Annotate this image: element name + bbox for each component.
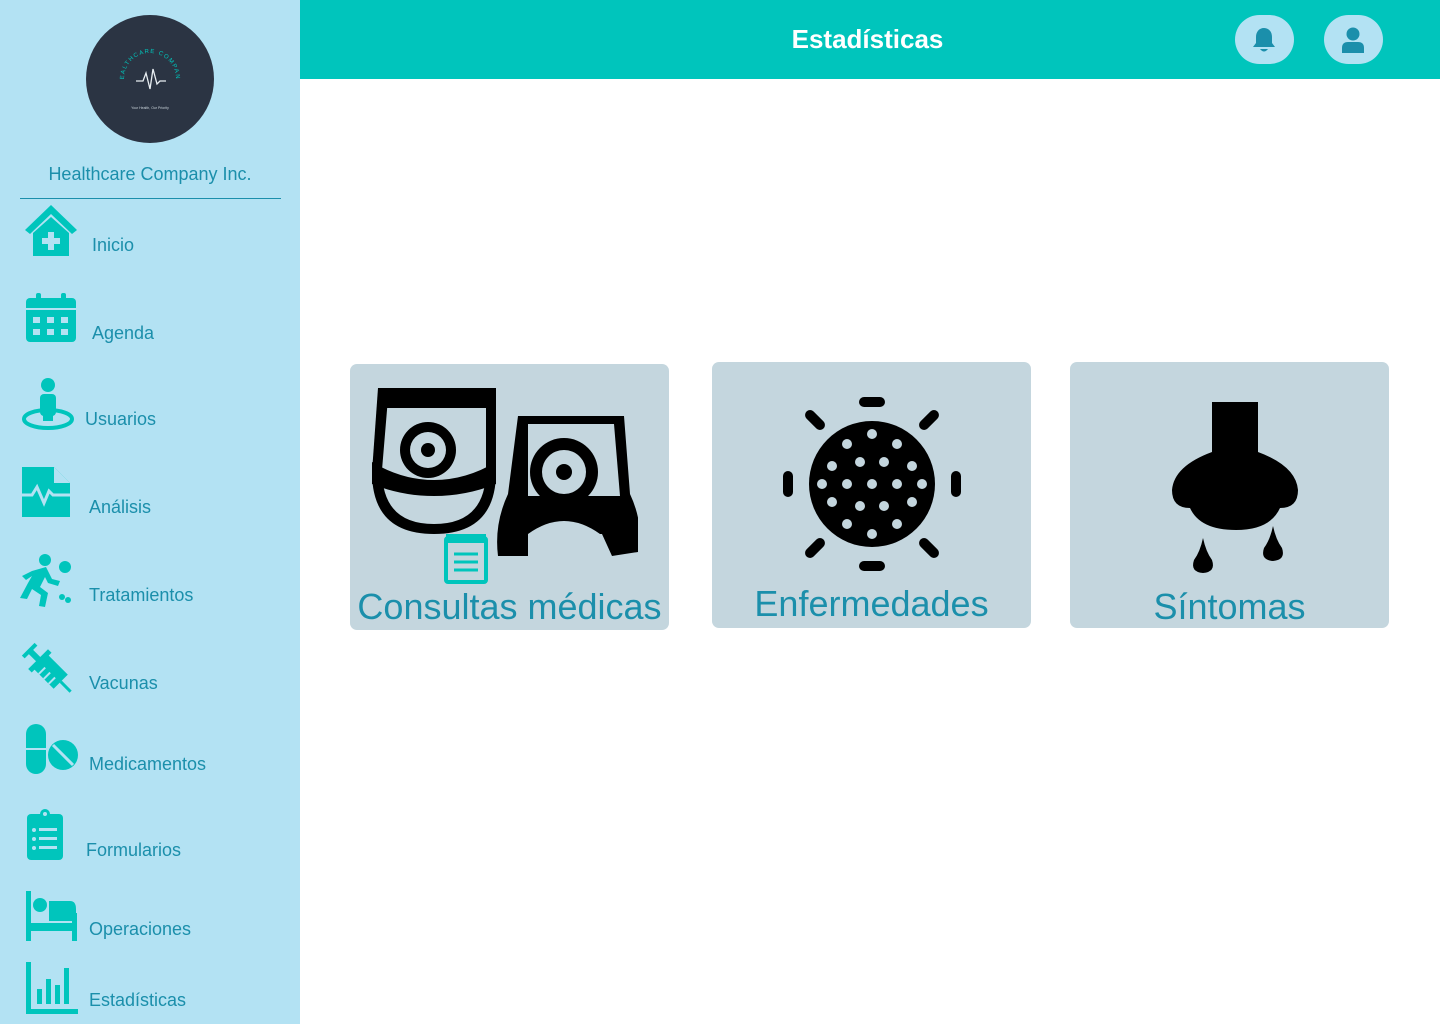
sidebar-item-medicamentos[interactable]: Medicamentos xyxy=(0,722,300,782)
sidebar-item-label: Inicio xyxy=(92,235,135,255)
sidebar-item-vacunas[interactable]: Vacunas xyxy=(0,641,300,701)
running-person-icon xyxy=(18,553,74,609)
card-label: Enfermedades xyxy=(754,583,989,624)
sidebar-divider xyxy=(20,198,281,199)
card-consultas-medicas[interactable]: Consultas médicas xyxy=(350,364,669,630)
hospital-bed-icon xyxy=(24,887,80,943)
notifications-button[interactable] xyxy=(1235,15,1294,64)
sidebar: HEALTHCARE COMPANY Your Health, Our Prio… xyxy=(0,0,300,1024)
bar-chart-icon xyxy=(24,958,80,1014)
sidebar-item-label: Análisis xyxy=(89,497,152,517)
logo-tagline: Your Health, Our Priority xyxy=(131,106,169,110)
sidebar-item-inicio[interactable]: Inicio xyxy=(0,203,300,263)
svg-text:HEALTHCARE COMPANY: HEALTHCARE COMPANY xyxy=(86,15,180,80)
runny-nose-icon xyxy=(1170,402,1300,583)
card-enfermedades[interactable]: Enfermedades xyxy=(712,362,1031,628)
sidebar-item-formularios[interactable]: Formularios xyxy=(0,808,300,868)
company-name: Healthcare Company Inc. xyxy=(48,164,252,184)
logo-arc-text: HEALTHCARE COMPANY xyxy=(83,11,179,80)
sidebar-item-analisis[interactable]: Análisis xyxy=(0,465,300,525)
sidebar-item-agenda[interactable]: Agenda xyxy=(0,291,300,351)
virus-icon xyxy=(782,394,962,579)
syringe-icon xyxy=(20,641,76,697)
sidebar-item-label: Operaciones xyxy=(89,919,192,939)
top-bar: Estadísticas xyxy=(300,0,1440,79)
sidebar-item-tratamientos[interactable]: Tratamientos xyxy=(0,553,300,613)
sidebar-item-label: Formularios xyxy=(86,840,182,860)
calendar-icon xyxy=(23,291,79,347)
medical-file-icon xyxy=(18,465,74,521)
user-location-icon xyxy=(20,377,76,433)
sidebar-item-label: Tratamientos xyxy=(89,585,194,605)
home-medical-icon xyxy=(23,203,79,259)
sidebar-item-usuarios[interactable]: Usuarios xyxy=(0,377,300,437)
sidebar-item-estadisticas[interactable]: Estadísticas xyxy=(0,958,300,1018)
sidebar-item-label: Vacunas xyxy=(89,673,158,693)
logo-mark: HEALTHCARE COMPANY Your Health, Our Prio… xyxy=(83,11,180,110)
sidebar-item-label: Estadísticas xyxy=(89,990,187,1010)
sidebar-item-label: Usuarios xyxy=(85,409,157,429)
card-sintomas[interactable]: Síntomas xyxy=(1070,362,1389,628)
sidebar-item-operaciones[interactable]: Operaciones xyxy=(0,887,300,947)
sidebar-item-label: Agenda xyxy=(92,323,155,343)
profile-button[interactable] xyxy=(1324,15,1383,64)
card-label: Síntomas xyxy=(1153,586,1306,627)
company-logo: HEALTHCARE COMPANY Your Health, Our Prio… xyxy=(83,11,214,143)
pills-icon xyxy=(24,722,80,778)
card-label: Consultas médicas xyxy=(357,586,662,627)
sidebar-item-label: Medicamentos xyxy=(89,754,207,774)
doctors-report-icon xyxy=(368,384,640,595)
clipboard-list-icon xyxy=(18,808,74,864)
